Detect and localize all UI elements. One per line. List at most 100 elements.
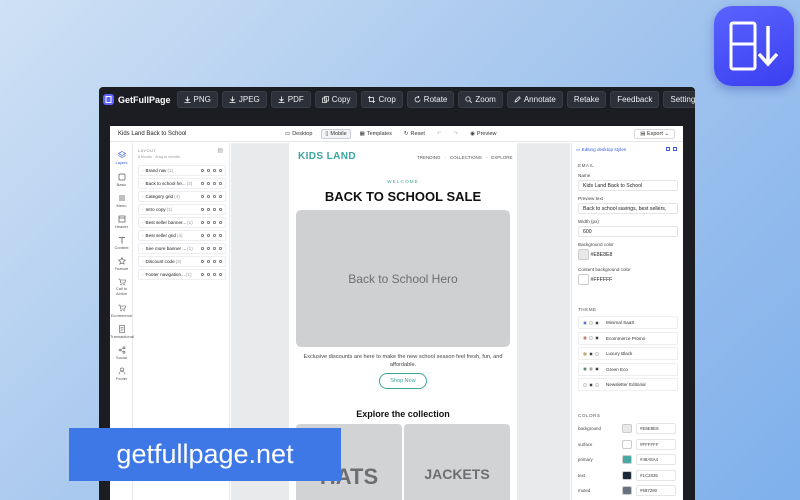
move-icon[interactable] <box>201 234 204 237</box>
visibility-icon[interactable] <box>207 273 210 276</box>
move-icon[interactable] <box>201 221 204 224</box>
trash-icon[interactable] <box>219 247 222 250</box>
rail-content[interactable]: Content <box>110 236 133 250</box>
duplicate-icon[interactable] <box>213 260 216 263</box>
theme-option[interactable]: Luxury Black <box>578 347 678 360</box>
export-button[interactable]: ▤ Export ⌄ <box>634 129 675 139</box>
preview-text-field[interactable]: Back to school savings, best sellers, <box>578 203 678 214</box>
layer-item[interactable]: › Discount code (3) <box>138 256 226 267</box>
move-icon[interactable] <box>201 195 204 198</box>
trash-icon[interactable] <box>219 234 222 237</box>
rail-social[interactable]: Social <box>110 346 133 360</box>
layer-item[interactable]: › See more banner ... (1) <box>138 243 226 254</box>
color-swatch[interactable] <box>622 424 632 433</box>
layer-item[interactable]: › Brand nav (1) <box>138 165 226 176</box>
desktop-style-icon[interactable] <box>666 147 670 151</box>
layer-item[interactable]: › Footer navigation... (1) <box>138 269 226 280</box>
settings-button[interactable]: Settings <box>663 91 695 108</box>
move-icon[interactable] <box>201 247 204 250</box>
color-hex-field[interactable]: #1C2835 <box>636 469 676 481</box>
nav-collections[interactable]: COLLECTIONS <box>450 155 482 160</box>
theme-option[interactable]: Green Eco <box>578 362 678 376</box>
drag-handle-icon[interactable]: › <box>142 259 144 264</box>
color-swatch[interactable] <box>622 455 632 464</box>
drag-handle-icon[interactable]: › <box>142 181 144 186</box>
content-background-field[interactable]: #FFFFFF <box>578 274 678 287</box>
color-swatch[interactable] <box>622 470 632 480</box>
content-background-hex[interactable]: #FFFFFF <box>590 277 612 283</box>
visibility-icon[interactable] <box>207 182 210 185</box>
rail-transactional[interactable]: Transactional <box>110 325 134 339</box>
move-icon[interactable] <box>201 208 204 211</box>
content-background-swatch[interactable] <box>578 274 589 285</box>
rail-call-to-action[interactable]: Call to Action <box>110 278 133 296</box>
color-hex-field[interactable]: #FFFFFF <box>636 438 676 450</box>
drag-handle-icon[interactable]: › <box>142 220 144 225</box>
drag-handle-icon[interactable]: › <box>142 168 144 173</box>
rail-ecommerce[interactable]: Ecommerce <box>110 304 133 318</box>
theme-option[interactable]: Minimal SaaS <box>578 316 678 329</box>
category-tile-jackets[interactable]: JACKETS <box>404 424 510 500</box>
color-hex-field[interactable]: #48A8A4 <box>636 454 676 465</box>
sale-headline[interactable]: BACK TO SCHOOL SALE <box>289 189 517 204</box>
visibility-icon[interactable] <box>207 234 210 237</box>
theme-option[interactable]: Ecommerce Promo <box>578 331 678 345</box>
undo-button[interactable]: ↶ <box>434 130 445 138</box>
visibility-icon[interactable] <box>207 260 210 263</box>
rail-basic[interactable]: Basic <box>110 173 133 187</box>
intro-copy[interactable]: Exclusive discounts are here to make the… <box>299 353 507 369</box>
visibility-icon[interactable] <box>207 169 210 172</box>
duplicate-icon[interactable] <box>213 273 216 276</box>
visibility-icon[interactable] <box>207 208 210 211</box>
visibility-icon[interactable] <box>207 221 210 224</box>
shop-now-button[interactable]: Shop Now <box>379 373 427 389</box>
nav-explore[interactable]: EXPLORE <box>491 155 512 160</box>
color-swatch[interactable] <box>622 439 632 449</box>
duplicate-icon[interactable] <box>213 195 216 198</box>
trash-icon[interactable] <box>219 260 222 263</box>
drag-handle-icon[interactable]: › <box>142 246 144 251</box>
pdf-button[interactable]: PDF <box>270 91 311 108</box>
color-swatch[interactable] <box>622 486 632 495</box>
layer-item[interactable]: › Best seller grid (4) <box>138 230 226 241</box>
drag-handle-icon[interactable]: › <box>142 194 144 199</box>
hero-image-placeholder[interactable]: Back to School Hero <box>296 210 510 347</box>
background-color-field[interactable]: #E8E8E8 <box>578 249 678 262</box>
move-icon[interactable] <box>201 169 204 172</box>
drag-handle-icon[interactable]: › <box>142 272 144 277</box>
drag-handle-icon[interactable]: › <box>142 207 144 212</box>
zoom-button[interactable]: Zoom <box>458 91 503 108</box>
move-icon[interactable] <box>201 273 204 276</box>
email-brand-logo[interactable]: KIDS LAND <box>298 151 356 162</box>
jpeg-button[interactable]: JPEG <box>221 91 267 108</box>
explore-heading[interactable]: Explore the collection <box>289 409 517 419</box>
trash-icon[interactable] <box>219 195 222 198</box>
duplicate-icon[interactable] <box>213 169 216 172</box>
mobile-view-toggle[interactable]: ▯ Mobile <box>321 129 351 139</box>
annotate-button[interactable]: Annotate <box>506 91 563 108</box>
crop-button[interactable]: Crop <box>361 91 403 108</box>
layer-item[interactable]: › Back to school he... (3) <box>138 178 226 189</box>
png-button[interactable]: PNG <box>176 91 218 108</box>
rail-menu[interactable]: Menu <box>110 194 133 208</box>
background-color-swatch[interactable] <box>578 249 589 260</box>
retake-button[interactable]: Retake <box>566 91 607 108</box>
copy-button[interactable]: Copy <box>314 91 358 108</box>
trash-icon[interactable] <box>219 221 222 224</box>
layer-item[interactable]: › Best seller banner... (1) <box>138 217 226 228</box>
duplicate-icon[interactable] <box>213 182 216 185</box>
redo-button[interactable]: ↷ <box>451 130 462 138</box>
reset-button[interactable]: ↻ Reset <box>401 130 428 138</box>
rotate-button[interactable]: Rotate <box>406 91 455 108</box>
duplicate-icon[interactable] <box>213 221 216 224</box>
visibility-icon[interactable] <box>207 247 210 250</box>
color-hex-field[interactable]: #687280 <box>636 485 676 496</box>
move-icon[interactable] <box>201 260 204 263</box>
trash-icon[interactable] <box>219 273 222 276</box>
width-field[interactable]: 600 <box>578 226 678 237</box>
visibility-icon[interactable] <box>207 195 210 198</box>
mobile-style-icon[interactable] <box>673 147 677 151</box>
trash-icon[interactable] <box>219 182 222 185</box>
move-icon[interactable] <box>201 182 204 185</box>
rail-layers[interactable]: Layers <box>110 151 133 165</box>
